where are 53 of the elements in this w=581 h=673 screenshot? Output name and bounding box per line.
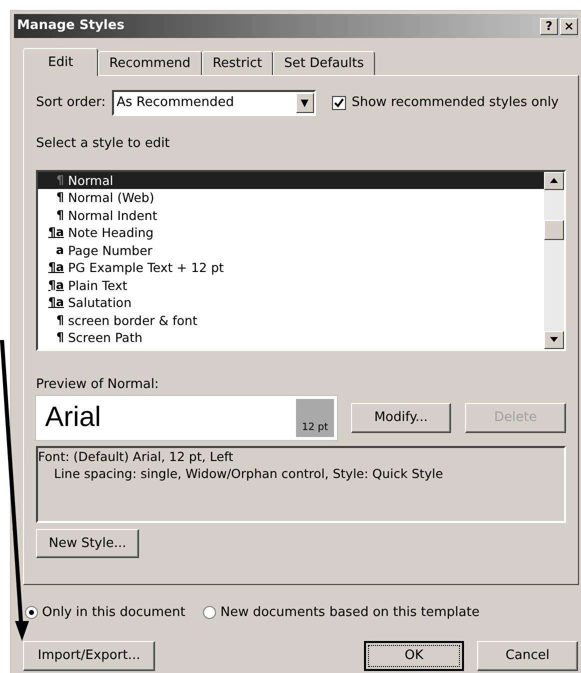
style-list-item[interactable]: ¶ Screen Path: [38, 329, 544, 346]
tab[interactable]: Edit: [23, 48, 98, 76]
help-button[interactable]: ?: [540, 18, 558, 34]
style-list-item[interactable]: ¶ Normal (Web): [38, 189, 544, 206]
paragraph-style-icon: ¶: [42, 189, 64, 206]
linked-style-icon: ¶a: [42, 294, 64, 312]
radio-label: New documents based on this template: [220, 604, 480, 622]
style-list-item[interactable]: ¶a Salutation: [38, 294, 544, 312]
style-list-item[interactable]: ¶ Normal Indent: [38, 206, 544, 224]
paragraph-style-icon: ¶: [42, 329, 64, 346]
linked-style-icon: ¶a: [42, 276, 64, 294]
sort-order-dropdown[interactable]: As Recommended ▼: [112, 90, 316, 116]
up-triangle-icon: [550, 178, 558, 183]
style-list-item[interactable]: ¶a Plain Text: [38, 276, 544, 294]
paragraph-style-icon: ¶: [42, 206, 64, 224]
sort-order-label: Sort order:: [36, 94, 106, 112]
scroll-thumb[interactable]: [544, 220, 564, 240]
cancel-button[interactable]: Cancel: [477, 640, 578, 670]
scroll-down-button[interactable]: [544, 330, 564, 348]
style-list-item[interactable]: ¶a Note Heading: [38, 224, 544, 242]
window-title: Manage Styles: [17, 17, 124, 36]
tab[interactable]: Set Defaults: [273, 51, 375, 75]
preview-label: Preview of Normal:: [36, 376, 160, 394]
list-label: Select a style to edit: [36, 135, 171, 153]
linked-style-icon: ¶a: [42, 224, 64, 242]
checkbox[interactable]: [332, 96, 346, 110]
tab[interactable]: Restrict: [202, 51, 274, 75]
preview-size: 12 pt: [296, 399, 334, 437]
paragraph-style-icon: ¶: [42, 172, 64, 189]
close-button[interactable]: ×: [560, 18, 578, 34]
tab[interactable]: Recommend: [98, 51, 202, 75]
preview-sample: Arial: [44, 400, 102, 434]
linked-style-icon: ¶a: [42, 259, 64, 276]
description-text: Font: (Default) Arial, 12 pt, Left: [38, 448, 234, 465]
check-icon: [334, 98, 344, 108]
radio-button[interactable]: [203, 606, 216, 620]
style-list-item[interactable]: a Page Number: [38, 242, 544, 259]
radio-label: Only in this document: [42, 604, 186, 622]
modify-button[interactable]: Modify...: [351, 403, 451, 433]
new-style-button[interactable]: New Style...: [36, 529, 139, 558]
radio-button[interactable]: [25, 606, 38, 620]
style-list-item[interactable]: ¶a PG Example Text + 12 pt: [38, 259, 544, 276]
scroll-up-button[interactable]: [544, 172, 564, 190]
style-list-item[interactable]: ¶ screen border & font: [38, 312, 544, 329]
checkbox-label: Show recommended styles only: [352, 94, 559, 112]
paragraph-style-icon: ¶: [42, 312, 64, 329]
description-text: Line spacing: single, Widow/Orphan control, Style: Quick Style: [53, 465, 444, 482]
style-list-item[interactable]: ¶ Normal: [38, 172, 544, 189]
ok-button[interactable]: OK: [364, 640, 464, 670]
down-triangle-icon: [550, 337, 558, 342]
character-style-icon: a: [42, 242, 64, 259]
scrollbar[interactable]: [544, 172, 564, 348]
import-export-button[interactable]: Import/Export...: [23, 640, 155, 670]
